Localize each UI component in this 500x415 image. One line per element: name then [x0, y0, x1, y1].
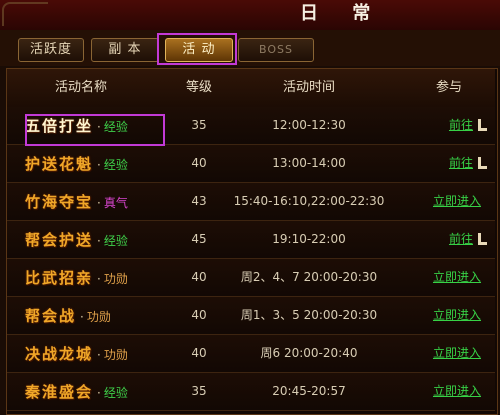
reward-type: 经验	[103, 120, 128, 134]
table-row: 五倍打坐 · 经验 35 12:00-12:30 前往	[7, 107, 495, 145]
enter-now-link[interactable]: 立即进入	[433, 373, 481, 410]
header-time: 活动时间	[282, 80, 335, 95]
table-row: 比武招亲 · 功勋 40 周2、4、7 20:00-20:30 立即进入	[7, 259, 495, 297]
activity-name: 护送花魁	[25, 155, 94, 173]
activity-name-cell: 帮会战 · 功勋	[25, 297, 111, 334]
table-row: 帮会战 · 功勋 40 周1、3、5 20:00-20:30 立即进入	[7, 297, 495, 335]
header-join: 参与	[435, 80, 462, 95]
table-row: 帮会护送 · 经验 45 19:10-22:00 前往	[7, 221, 495, 259]
table-header: 活动名称 等级 活动时间 参与	[7, 69, 495, 108]
time-value: 周6 20:00-20:40	[260, 346, 358, 360]
level-value: 35	[191, 384, 207, 398]
enter-now-link[interactable]: 立即进入	[433, 259, 481, 296]
title-bar: 日 常	[0, 0, 500, 31]
level-value: 40	[191, 270, 207, 284]
time-value: 周2、4、7 20:00-20:30	[240, 270, 378, 284]
boot-icon[interactable]	[478, 119, 487, 131]
tab-bar: 活跃度 副 本 活 动 BOSS	[0, 30, 500, 66]
separator-dot: ·	[97, 348, 101, 362]
enter-now-link[interactable]: 立即进入	[433, 335, 481, 372]
table-row: 护送花魁 · 经验 40 13:00-14:00 前往	[7, 145, 495, 183]
separator-dot: ·	[80, 310, 84, 324]
separator-dot: ·	[97, 386, 101, 400]
time-value: 20:45-20:57	[272, 384, 346, 398]
separator-dot: ·	[97, 272, 101, 286]
activity-name-cell: 护送花魁 · 经验	[25, 145, 128, 182]
time-value: 15:40-16:10,22:00-22:30	[233, 194, 385, 208]
activity-name: 秦淮盛会	[25, 383, 94, 401]
enter-now-link[interactable]: 立即进入	[433, 183, 481, 220]
enter-now-link[interactable]: 立即进入	[433, 297, 481, 334]
table-row: 竹海夺宝 · 真气 43 15:40-16:10,22:00-22:30 立即进入	[7, 183, 495, 221]
separator-dot: ·	[97, 196, 101, 210]
activity-table: 活动名称 等级 活动时间 参与 五倍打坐 · 经验 35 12:00-12:30 前…	[6, 68, 498, 415]
time-value: 12:00-12:30	[272, 118, 346, 132]
activity-name: 五倍打坐	[25, 117, 94, 135]
window-title: 日 常	[300, 3, 385, 24]
level-value: 45	[191, 232, 207, 246]
tab-dungeon[interactable]: 副 本	[91, 38, 159, 62]
level-value: 40	[191, 346, 207, 360]
reward-type: 功勋	[86, 310, 111, 324]
activity-name: 帮会战	[25, 307, 77, 325]
go-link[interactable]: 前往	[449, 107, 473, 144]
reward-type: 经验	[103, 158, 128, 172]
separator-dot: ·	[97, 234, 101, 248]
activity-name: 帮会护送	[25, 231, 94, 249]
level-value: 40	[191, 308, 207, 322]
activity-name: 决战龙城	[25, 345, 94, 363]
tab-events[interactable]: 活 动	[165, 38, 233, 62]
time-value: 13:00-14:00	[272, 156, 346, 170]
tab-activity-points[interactable]: 活跃度	[18, 38, 84, 62]
activity-name-cell: 五倍打坐 · 经验	[25, 107, 128, 144]
activity-name: 竹海夺宝	[25, 193, 94, 211]
reward-type: 真气	[103, 196, 128, 210]
activity-name-cell: 比武招亲 · 功勋	[25, 259, 128, 296]
ornament-corner	[2, 2, 48, 26]
table-row: 决战龙城 · 功勋 40 周6 20:00-20:40 立即进入	[7, 335, 495, 373]
reward-type: 功勋	[103, 348, 128, 362]
separator-dot: ·	[97, 120, 101, 134]
level-value: 43	[191, 194, 207, 208]
activity-name-cell: 帮会护送 · 经验	[25, 221, 128, 258]
table-row: 秦淮盛会 · 经验 35 20:45-20:57 立即进入	[7, 373, 495, 411]
reward-type: 经验	[103, 386, 128, 400]
go-link[interactable]: 前往	[449, 145, 473, 182]
reward-type: 经验	[103, 234, 128, 248]
reward-type: 功勋	[103, 272, 128, 286]
activity-name-cell: 决战龙城 · 功勋	[25, 335, 128, 372]
header-level: 等级	[185, 80, 212, 95]
activity-name: 比武招亲	[25, 269, 94, 287]
header-name: 活动名称	[54, 80, 107, 95]
activity-name-cell: 竹海夺宝 · 真气	[25, 183, 128, 220]
separator-dot: ·	[97, 158, 101, 172]
boot-icon[interactable]	[478, 157, 487, 169]
level-value: 35	[191, 118, 207, 132]
time-value: 周1、3、5 20:00-20:30	[240, 308, 378, 322]
go-link[interactable]: 前往	[449, 221, 473, 258]
boot-icon[interactable]	[478, 233, 487, 245]
level-value: 40	[191, 156, 207, 170]
activity-name-cell: 秦淮盛会 · 经验	[25, 373, 128, 410]
time-value: 19:10-22:00	[272, 232, 346, 246]
tab-boss[interactable]: BOSS	[238, 38, 314, 62]
